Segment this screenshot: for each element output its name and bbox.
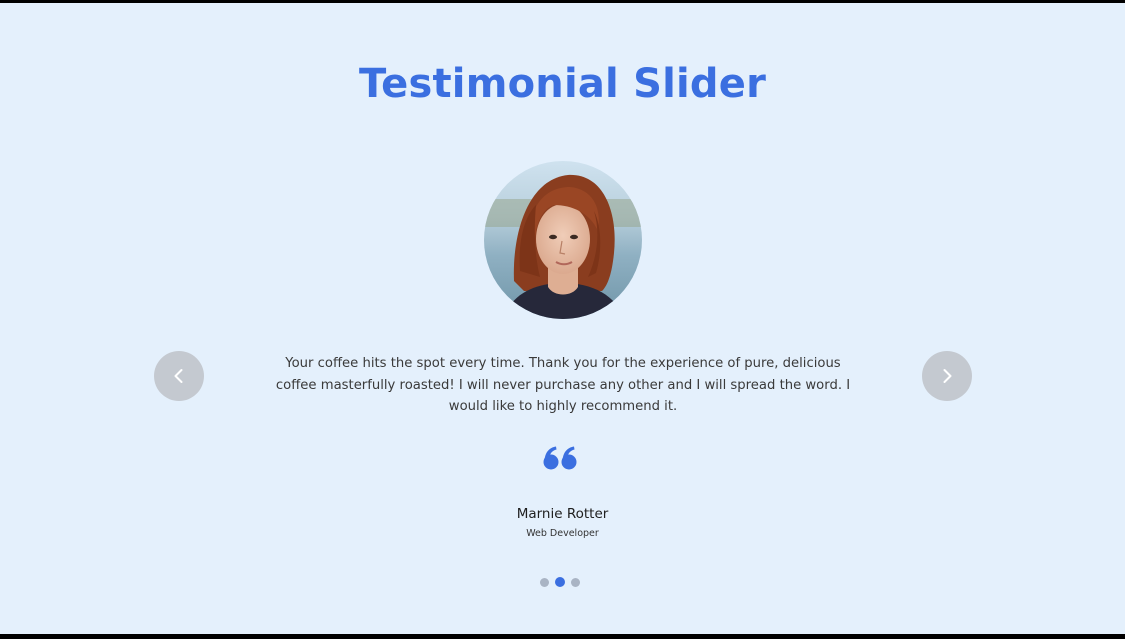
pagination-dots (540, 576, 586, 588)
author-role: Web Developer (526, 528, 599, 539)
quote-icon (543, 446, 577, 470)
author-name: Marnie Rotter (516, 506, 609, 522)
chevron-right-icon (943, 369, 952, 383)
next-button[interactable] (922, 351, 972, 401)
chevron-left-icon (174, 369, 183, 383)
page-title: Testimonial Slider (358, 61, 767, 107)
pagination-dot[interactable] (540, 577, 549, 587)
author-avatar (484, 161, 642, 319)
testimonial-text: Your coffee hits the spot every time. Th… (275, 356, 851, 414)
prev-button[interactable] (154, 351, 204, 401)
testimonial-section: Testimonial Slider Your coffee hits the … (0, 3, 1125, 634)
pagination-dot[interactable] (571, 577, 580, 587)
pagination-dot-active[interactable] (555, 577, 565, 587)
